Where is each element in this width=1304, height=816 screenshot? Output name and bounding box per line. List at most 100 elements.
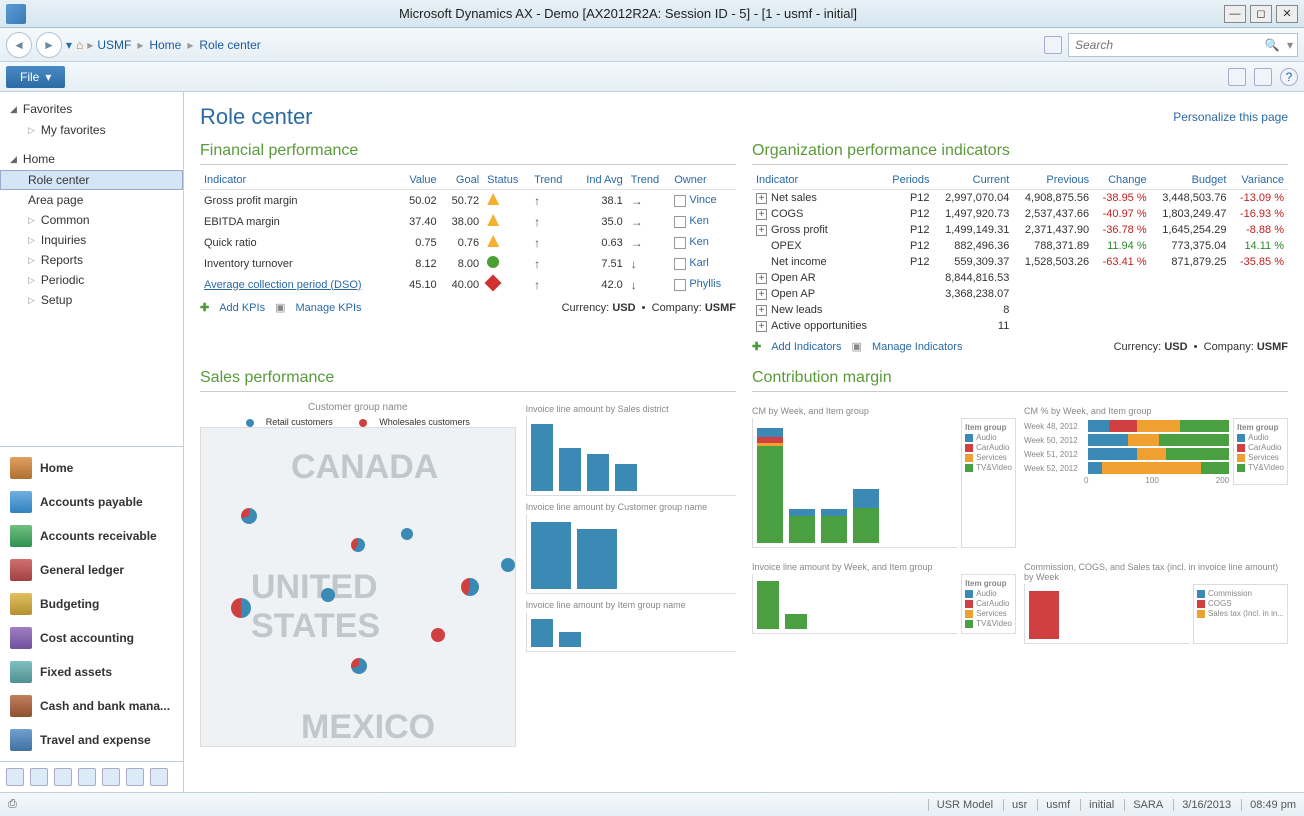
module-cash-bank[interactable]: Cash and bank mana...	[0, 689, 183, 723]
breadcrumb-item[interactable]: Home	[149, 38, 181, 52]
file-menu-button[interactable]: File▾	[6, 66, 65, 88]
chart-title: Invoice line amount by Customer group na…	[526, 502, 736, 512]
table-row[interactable]: Net incomeP12559,309.371,528,503.26 -63.…	[752, 254, 1288, 270]
cm-week-chart[interactable]	[752, 418, 957, 548]
chart-legend: Item group Audio CarAudio Services TV&Vi…	[961, 574, 1016, 634]
module-general-ledger[interactable]: General ledger	[0, 553, 183, 587]
table-row[interactable]: +Net salesP122,997,070.044,908,875.56 -3…	[752, 190, 1288, 207]
content-area: Role center Personalize this page Financ…	[184, 92, 1304, 792]
contribution-panel: Contribution margin CM by Week, and Item…	[752, 369, 1288, 747]
nav-item-inquiries[interactable]: ▷Inquiries	[0, 230, 183, 250]
table-row[interactable]: Quick ratio0.750.76 ↑ 0.63→ Ken	[200, 232, 736, 253]
table-row[interactable]: +Gross profitP121,499,149.312,371,437.90…	[752, 222, 1288, 238]
nav-item-setup[interactable]: ▷Setup	[0, 290, 183, 310]
table-row[interactable]: Average collection period (DSO)45.1040.0…	[200, 274, 736, 295]
financial-title: Financial performance	[200, 142, 736, 165]
nav-item-my-favorites[interactable]: ▷My favorites	[0, 120, 183, 140]
comm-chart[interactable]	[1024, 584, 1189, 644]
map-title: Customer group name	[200, 398, 516, 417]
nav-item-periodic[interactable]: ▷Periodic	[0, 270, 183, 290]
tiny-icon[interactable]	[126, 768, 144, 786]
search-icon[interactable]: 🔍	[1261, 38, 1283, 52]
manage-indicators-link[interactable]: Manage Indicators	[872, 341, 963, 353]
titlebar: Microsoft Dynamics AX - Demo [AX2012R2A:…	[0, 0, 1304, 28]
status-date: 3/16/2013	[1173, 799, 1231, 811]
sales-district-chart[interactable]	[526, 416, 736, 496]
chart-title: CM % by Week, and Item group	[1024, 406, 1288, 416]
table-row[interactable]: EBITDA margin37.4038.00 ↑ 35.0→ Ken	[200, 211, 736, 232]
sales-map[interactable]: CANADA UNITED STATES MEXICO	[200, 427, 516, 747]
tiny-icon[interactable]	[102, 768, 120, 786]
home-icon[interactable]: ⌂	[76, 38, 83, 52]
chart-legend: Commission COGS Sales tax (Incl. in in..…	[1193, 584, 1288, 644]
contribution-title: Contribution margin	[752, 369, 1288, 392]
module-budgeting[interactable]: Budgeting	[0, 587, 183, 621]
sidebar-icon-row	[0, 761, 183, 792]
minimize-button[interactable]: —	[1224, 5, 1246, 23]
forward-button[interactable]: ►	[36, 32, 62, 58]
nav-item-role-center[interactable]: Role center	[0, 170, 183, 190]
help-icon[interactable]: ?	[1280, 68, 1298, 86]
table-row[interactable]: +New leads8	[752, 302, 1288, 318]
breadcrumb-item[interactable]: Role center	[199, 38, 260, 52]
nav-item-reports[interactable]: ▷Reports	[0, 250, 183, 270]
search-input[interactable]	[1069, 38, 1261, 52]
search-dropdown-icon[interactable]: ▾	[1283, 38, 1297, 52]
cm-pct-week-chart[interactable]: Week 48, 2012 Week 50, 2012 Week 51, 201…	[1024, 418, 1229, 485]
add-kpis-link[interactable]: Add KPIs	[219, 302, 265, 314]
refresh-icon[interactable]	[1044, 36, 1062, 54]
nav-item-common[interactable]: ▷Common	[0, 210, 183, 230]
breadcrumb: USMF▸ Home▸ Role center	[97, 38, 260, 52]
table-row[interactable]: +Active opportunities11	[752, 318, 1288, 334]
chart-legend: Item group Audio CarAudio Services TV&Vi…	[961, 418, 1016, 548]
status-usr: usr	[1003, 799, 1027, 811]
module-fixed-assets[interactable]: Fixed assets	[0, 655, 183, 689]
module-accounts-payable[interactable]: Accounts payable	[0, 485, 183, 519]
chart-title: Invoice line amount by Item group name	[526, 600, 736, 610]
table-row[interactable]: +Open AR8,844,816.53	[752, 270, 1288, 286]
personalize-link[interactable]: Personalize this page	[1173, 110, 1288, 124]
maximize-button[interactable]: ◻	[1250, 5, 1272, 23]
table-row[interactable]: Gross profit margin50.0250.72 ↑ 38.1→ Vi…	[200, 190, 736, 212]
nav-item-area-page[interactable]: Area page	[0, 190, 183, 210]
module-accounts-receivable[interactable]: Accounts receivable	[0, 519, 183, 553]
status-time: 08:49 pm	[1241, 799, 1296, 811]
tiny-icon[interactable]	[78, 768, 96, 786]
table-row[interactable]: OPEXP12882,496.36788,371.89 11.94 %773,3…	[752, 238, 1288, 254]
nav-section-home[interactable]: ◢Home	[0, 148, 183, 170]
customer-group-chart[interactable]	[526, 514, 736, 594]
table-row[interactable]: Inventory turnover8.128.00 ↑ 7.51↓ Karl	[200, 253, 736, 274]
status-model: USR Model	[928, 799, 993, 811]
back-button[interactable]: ◄	[6, 32, 32, 58]
util-icon-1[interactable]	[1228, 68, 1246, 86]
tiny-icon[interactable]	[6, 768, 24, 786]
nav-toolbar: ◄ ► ▾ ⌂ ▸ USMF▸ Home▸ Role center 🔍 ▾	[0, 28, 1304, 62]
nav-section-favorites[interactable]: ◢Favorites	[0, 98, 183, 120]
item-group-chart[interactable]	[526, 612, 736, 652]
map-legend: Retail customers Wholesales customers	[200, 417, 516, 427]
plus-icon: ✚	[752, 340, 761, 353]
sales-panel: Sales performance Customer group name Re…	[200, 369, 736, 747]
add-indicators-link[interactable]: Add Indicators	[771, 341, 841, 353]
module-cost-accounting[interactable]: Cost accounting	[0, 621, 183, 655]
module-travel-expense[interactable]: Travel and expense	[0, 723, 183, 757]
manage-kpis-link[interactable]: Manage KPIs	[295, 302, 361, 314]
search-box[interactable]: 🔍 ▾	[1068, 33, 1298, 57]
history-dropdown-icon[interactable]: ▾	[66, 38, 72, 52]
inv-week-chart[interactable]	[752, 574, 957, 634]
status-usmf: usmf	[1037, 799, 1070, 811]
module-home[interactable]: Home	[0, 451, 183, 485]
chart-title: Invoice line amount by Sales district	[526, 404, 736, 414]
org-title: Organization performance indicators	[752, 142, 1288, 165]
close-button[interactable]: ✕	[1276, 5, 1298, 23]
tiny-icon[interactable]	[30, 768, 48, 786]
status-icon: ⎙	[8, 798, 17, 811]
tiny-icon[interactable]	[150, 768, 168, 786]
tiny-icon[interactable]	[54, 768, 72, 786]
table-row[interactable]: +COGSP121,497,920.732,537,437.66 -40.97 …	[752, 206, 1288, 222]
breadcrumb-item[interactable]: USMF	[97, 38, 131, 52]
util-icon-2[interactable]	[1254, 68, 1272, 86]
financial-panel: Financial performance Indicator Value Go…	[200, 142, 736, 353]
table-row[interactable]: +Open AP3,368,238.07	[752, 286, 1288, 302]
app-logo-icon	[6, 4, 26, 24]
